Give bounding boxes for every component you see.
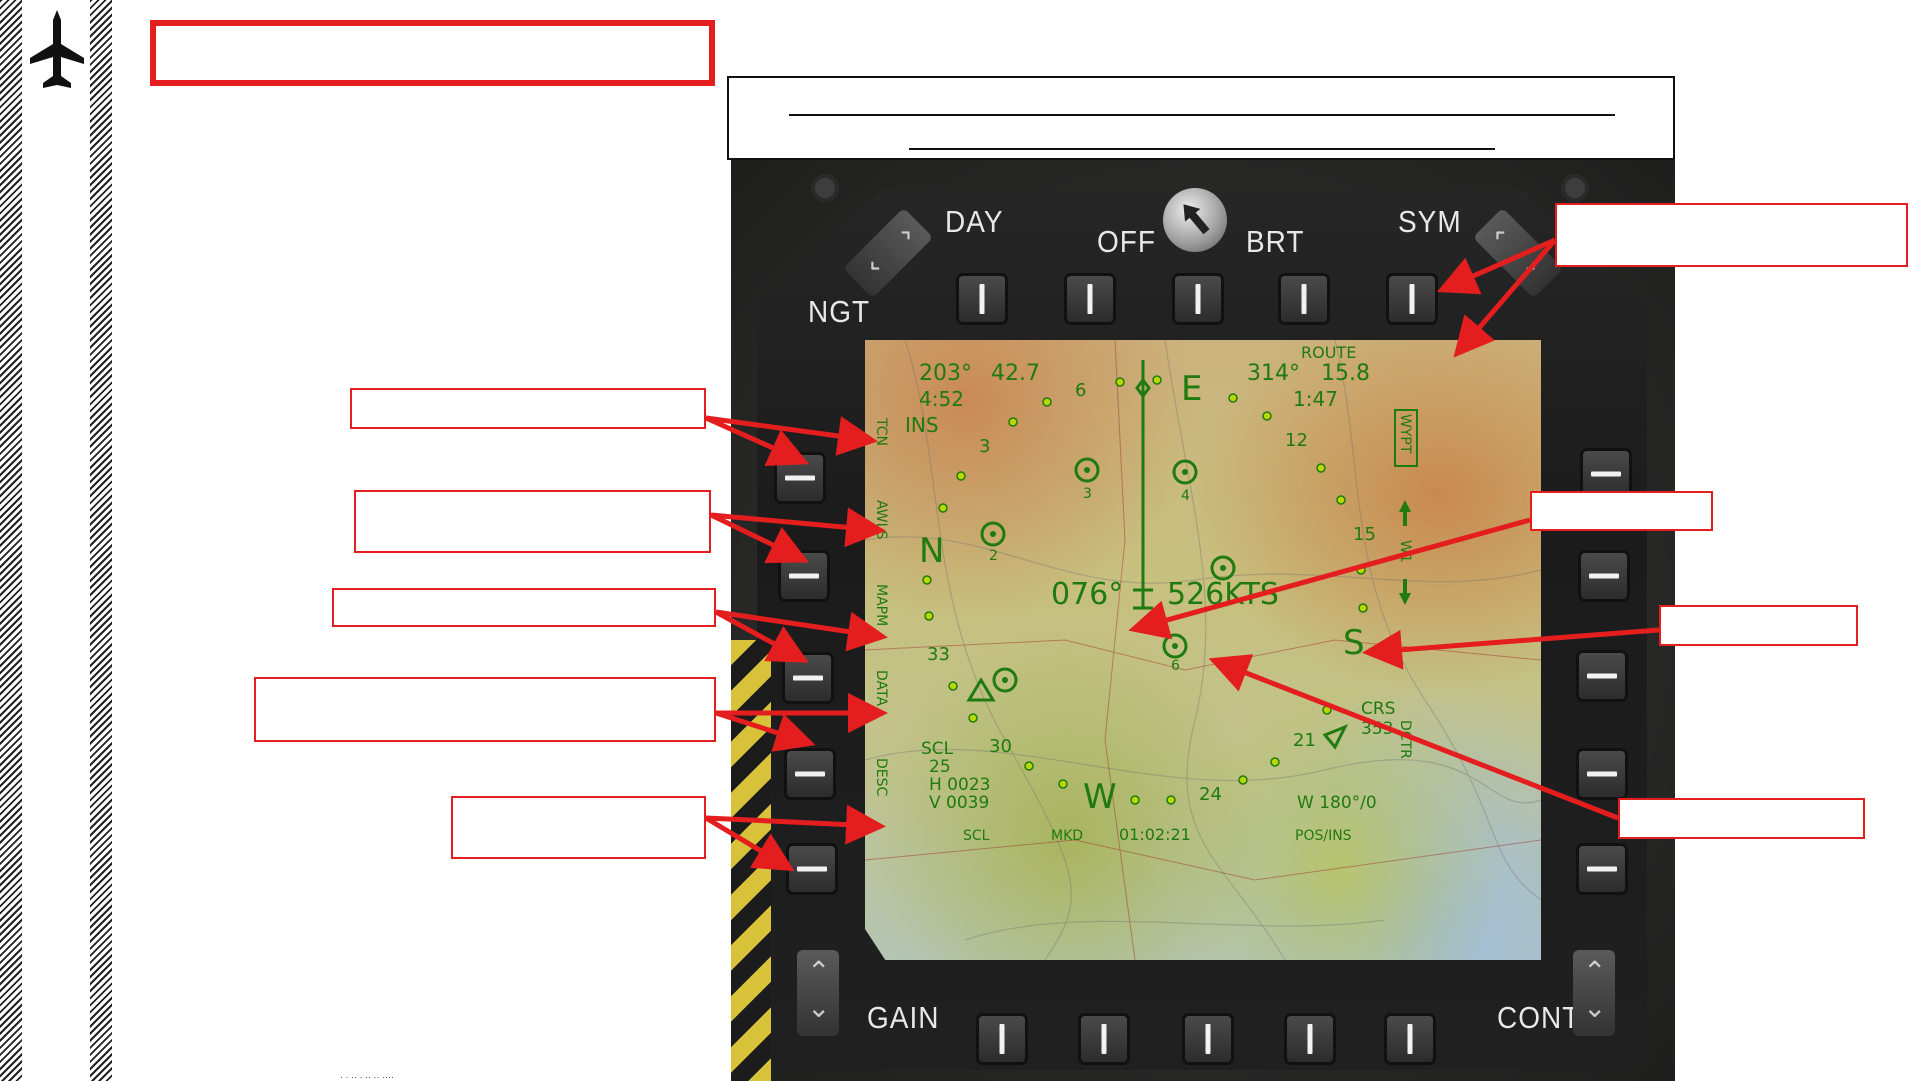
footer-note: · · ·· · ·· ·· ···· <box>340 1072 394 1081</box>
callout-arrows <box>704 237 1660 872</box>
